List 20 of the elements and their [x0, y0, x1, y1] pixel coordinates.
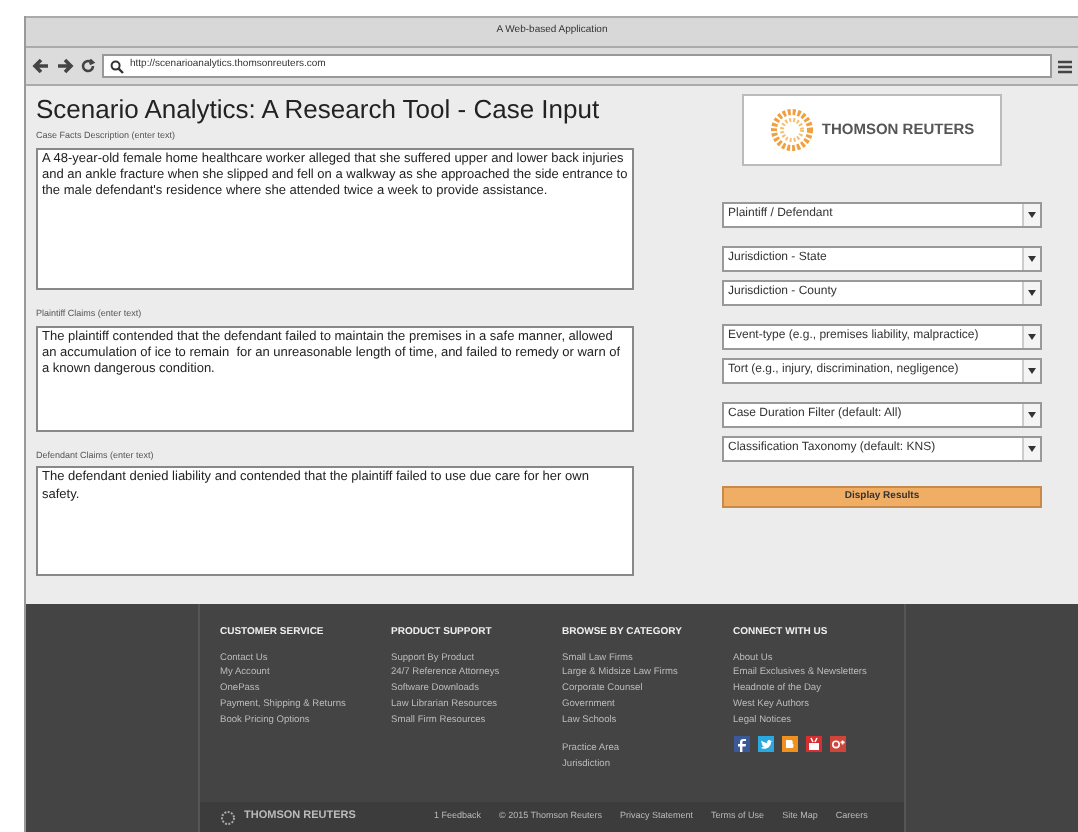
caret-icon	[1028, 256, 1036, 262]
caret-icon	[1028, 212, 1036, 218]
googleplus-icon[interactable]	[829, 736, 845, 753]
caret-icon	[1028, 412, 1036, 418]
twitter-icon[interactable]	[757, 736, 773, 753]
search-icon	[110, 59, 124, 73]
youtube-icon[interactable]	[805, 736, 821, 753]
caret-icon	[1028, 446, 1036, 452]
reload-icon[interactable]	[80, 58, 96, 74]
back-icon[interactable]	[32, 58, 50, 74]
blogger-icon[interactable]	[781, 736, 797, 753]
menu-icon[interactable]	[1058, 59, 1072, 73]
logo-icon	[769, 108, 814, 152]
caret-icon	[1028, 334, 1036, 340]
caret-icon	[1028, 290, 1036, 296]
facebook-icon[interactable]	[733, 736, 749, 753]
logo-icon	[220, 809, 236, 825]
caret-icon	[1028, 368, 1036, 374]
page-title: Scenario Analytics: A Research Tool - Case Input	[36, 94, 602, 124]
forward-icon[interactable]	[56, 58, 74, 74]
